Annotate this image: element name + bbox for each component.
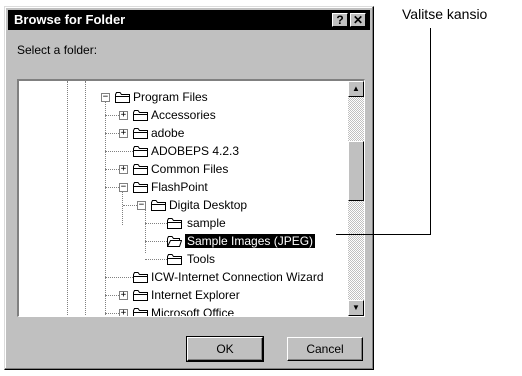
folder-icon — [151, 200, 166, 211]
callout-label: Valitse kansio — [402, 6, 488, 22]
tree-node-label: Tools — [187, 252, 216, 266]
folder-icon — [133, 272, 148, 283]
tree-connector — [105, 169, 119, 170]
collapse-toggle[interactable]: − — [119, 183, 128, 192]
tree-guide-line — [122, 189, 123, 225]
expand-toggle[interactable]: + — [119, 165, 128, 174]
tree-node-label: Microsoft Office — [151, 306, 235, 317]
collapse-toggle[interactable]: − — [137, 201, 146, 210]
tree-guide-line — [145, 206, 146, 253]
tree-connector — [105, 115, 119, 116]
callout-line — [430, 28, 431, 235]
open-folder-icon — [167, 236, 182, 247]
folder-tree[interactable]: − Program Files + Accessories + adobe AD… — [17, 79, 365, 317]
tree-node-label: FlashPoint — [151, 180, 208, 194]
expand-toggle[interactable]: + — [119, 291, 128, 300]
tree-node-label: adobe — [151, 126, 185, 140]
tree-node-label: ADOBEPS 4.2.3 — [151, 144, 240, 158]
tree-connector — [145, 223, 167, 224]
expand-toggle[interactable]: + — [119, 111, 128, 120]
dialog-title: Browse for Folder — [14, 12, 126, 27]
selected-folder-label: Sample Images (JPEG) — [183, 233, 317, 249]
tree-connector — [123, 205, 137, 206]
tree-node-label: Common Files — [151, 162, 229, 176]
folder-icon — [133, 146, 148, 157]
folder-icon — [133, 182, 148, 193]
tree-guide-line — [105, 95, 106, 316]
scroll-thumb[interactable] — [348, 141, 364, 201]
expand-toggle[interactable]: + — [119, 309, 128, 316]
folder-icon — [133, 290, 148, 301]
tree-connector — [105, 313, 119, 314]
title-bar[interactable]: Browse for Folder ? ✕ — [8, 10, 370, 30]
tree-connector — [105, 187, 119, 188]
tree-connector — [105, 133, 119, 134]
scroll-down-icon[interactable]: ▼ — [348, 300, 364, 316]
folder-icon — [115, 92, 130, 103]
tree-node-label: ICW-Internet Connection Wizard — [151, 270, 324, 284]
tree-scrollbar[interactable]: ▲ ▼ — [348, 81, 364, 316]
folder-icon — [167, 254, 182, 265]
scroll-up-icon[interactable]: ▲ — [348, 81, 364, 97]
folder-icon — [133, 128, 148, 139]
tree-connector — [105, 295, 119, 296]
select-folder-prompt: Select a folder: — [17, 43, 98, 57]
folder-icon — [133, 308, 148, 316]
folder-icon — [133, 110, 148, 121]
tree-connector — [145, 259, 167, 260]
tree-guide-line — [67, 81, 68, 316]
help-button[interactable]: ? — [332, 13, 348, 27]
tree-node-label: Program Files — [133, 90, 208, 104]
callout-line — [336, 234, 431, 235]
tree-guide-line — [85, 81, 86, 316]
folder-icon — [167, 218, 182, 229]
cancel-button[interactable]: Cancel — [287, 337, 363, 361]
browse-for-folder-dialog: Browse for Folder ? ✕ Select a folder: −… — [4, 6, 374, 370]
tree-node-label: sample — [187, 216, 226, 230]
tree-connector — [105, 151, 133, 152]
close-button[interactable]: ✕ — [350, 13, 366, 27]
folder-icon — [133, 164, 148, 175]
expand-toggle[interactable]: + — [119, 129, 128, 138]
tree-connector — [145, 241, 167, 242]
tree-node-label: Accessories — [151, 108, 216, 122]
tree-node-label: Internet Explorer — [151, 288, 240, 302]
ok-button[interactable]: OK — [186, 336, 264, 362]
tree-connector — [105, 277, 133, 278]
collapse-toggle[interactable]: − — [101, 93, 110, 102]
tree-node-label: Digita Desktop — [169, 198, 248, 212]
